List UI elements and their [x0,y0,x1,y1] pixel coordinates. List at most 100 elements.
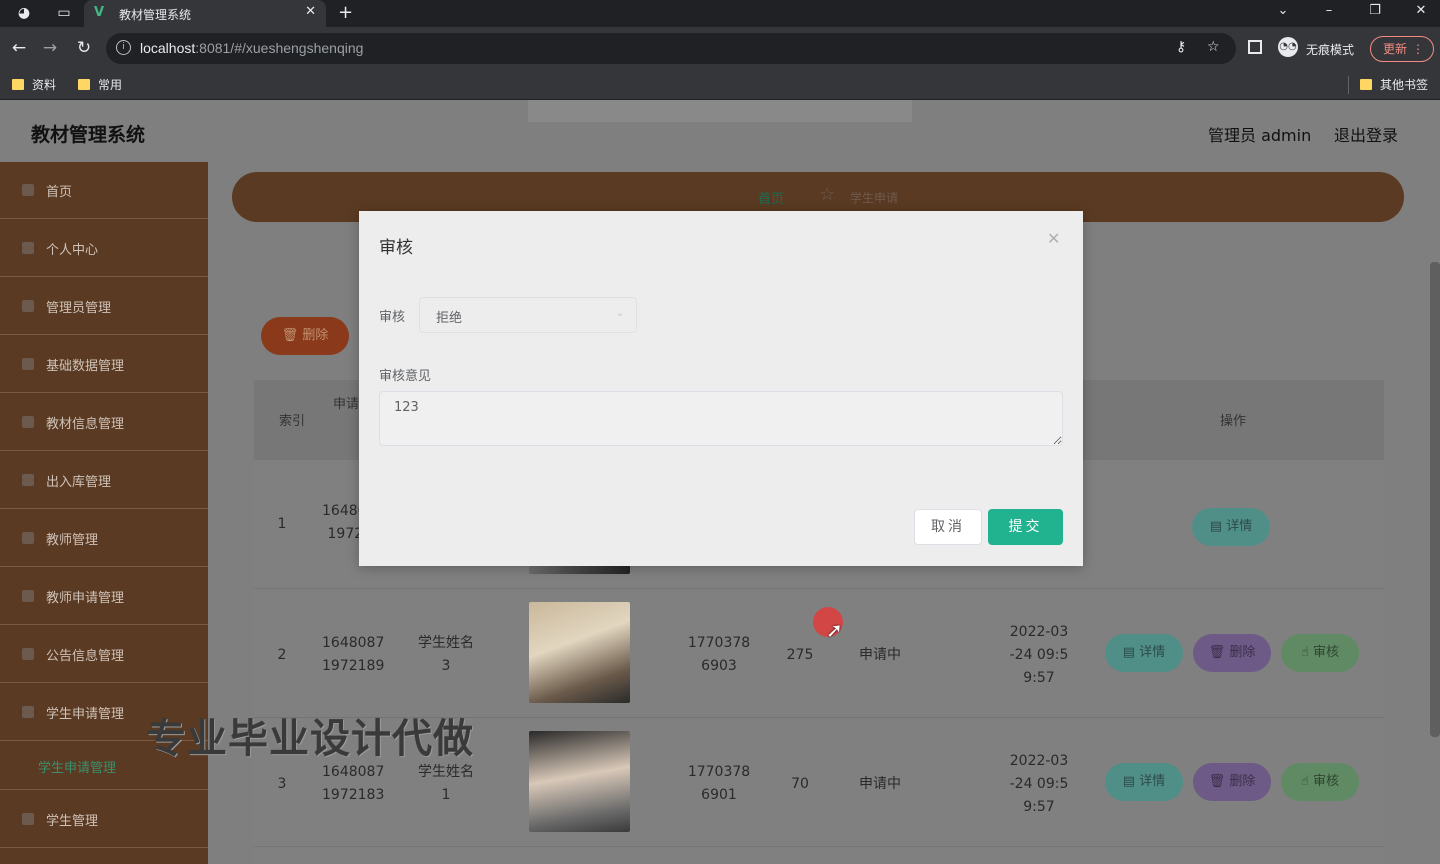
time-line: -24 09:5 [1009,776,1069,792]
browser-toolbar: ← → ↻ i localhost:8081/#/xueshengshenqin… [0,27,1440,70]
address-bar[interactable]: i localhost:8081/#/xueshengshenqing ⚷ ☆ [106,33,1236,64]
folder-icon [78,79,90,90]
opinion-textarea[interactable]: 123 [379,391,1063,446]
home-icon [22,184,34,196]
audit-button[interactable]: ☝ 审核 [1281,763,1359,801]
time-line: 9:57 [1023,799,1055,815]
breadcrumb-home[interactable]: 首页 [758,188,784,207]
tab-close-icon[interactable]: ✕ [305,4,316,19]
side-panel-icon[interactable] [1248,40,1262,54]
admin-icon [22,300,34,312]
sidebar-item-label: 学生管理 [46,814,99,829]
detail-button[interactable]: ▤ 详情 [1192,508,1270,546]
row-student-name: 学生姓名 3 [406,632,486,678]
browser-menu-icon[interactable]: ◕ [14,4,34,22]
bookmark-folder-2[interactable]: 常用 [78,76,122,93]
page-scrollbar[interactable] [1430,262,1440,737]
bookmark-label: 资料 [32,78,57,92]
apply-no-line: 1972183 [322,787,385,803]
header-actions: 操作 [1219,414,1246,429]
inventory-icon [22,474,34,486]
tab-list-icon[interactable]: ⌄ [1271,3,1295,18]
new-tab-icon[interactable]: + [338,2,353,23]
tab-search-icon[interactable]: ▭ [54,4,74,22]
current-user: 管理员 admin [1208,126,1312,145]
sidebar-item-teacher-requests[interactable]: 教师申请管理 [0,568,208,625]
time-line: -24 09:5 [1009,647,1069,663]
sidebar-item-textbooks[interactable]: 教材信息管理 [0,394,208,451]
sidebar-item-admins[interactable]: 管理员管理 [0,278,208,335]
delete-button[interactable]: 🗑 删除 [1193,763,1271,801]
url-host: localhost [140,40,196,56]
sidebar-item-label: 教师申请管理 [46,591,125,606]
browser-tab[interactable]: V 教材管理系统 ✕ [84,0,326,27]
detail-label: 详情 [1226,519,1253,534]
name-line: 学生姓名 [418,635,474,651]
url-text[interactable]: localhost:8081/#/xueshengshenqing [140,40,363,56]
bookmark-folder-1[interactable]: 资料 [12,76,56,93]
sidebar-item-label: 基础数据管理 [46,359,125,374]
user-icon [22,242,34,254]
bookmark-label: 常用 [98,78,123,92]
site-info-icon[interactable]: i [116,40,131,55]
name-line: 学生姓名 [418,764,474,780]
detail-label: 详情 [1139,645,1166,660]
batch-delete-button[interactable]: 🗑 删除 [261,317,349,355]
request-icon [22,590,34,602]
request-icon [22,706,34,718]
url-path: :8081/#/xueshengshenqing [195,40,364,56]
browser-tab-bar: ◕ ▭ V 教材管理系统 ✕ + ⌄ – ❐ ✕ [0,0,1440,27]
forward-icon[interactable]: → [38,38,62,58]
data-icon [22,358,34,370]
sidebar-item-base-data[interactable]: 基础数据管理 [0,336,208,393]
breadcrumb-current: 学生申请 [850,191,899,205]
tab-title: 教材管理系统 [119,8,192,22]
sidebar-item-label: 出入库管理 [46,475,112,490]
sidebar-item-label: 公告信息管理 [46,649,125,664]
sidebar-item-label: 学生申请管理 [46,707,125,722]
row-time: 2022-03 -24 09:5 9:57 [1004,621,1074,690]
delete-label: 删除 [1229,774,1256,789]
time-line: 2022-03 [1009,624,1069,640]
window-close-icon[interactable]: ✕ [1409,3,1433,18]
opinion-label: 审核意见 [379,369,432,384]
restore-icon[interactable]: ❐ [1363,3,1387,18]
row-phone: 1770378 6903 [684,632,754,678]
incognito-label: 无痕模式 [1306,43,1355,57]
logout-link[interactable]: 退出登录 [1334,122,1398,146]
delete-button[interactable]: 🗑 删除 [1193,634,1271,672]
detail-button[interactable]: ▤ 详情 [1105,763,1183,801]
vue-favicon-icon: V [94,5,105,20]
back-icon[interactable]: ← [7,38,31,58]
sidebar-item-profile[interactable]: 个人中心 [0,220,208,277]
submit-button[interactable]: 提交 [988,509,1063,545]
audit-select-value: 拒绝 [436,311,463,326]
bookmark-label: 其他书签 [1380,78,1429,92]
sidebar-item-inventory[interactable]: 出入库管理 [0,452,208,509]
bookmark-star-icon[interactable]: ☆ [1207,39,1220,55]
cancel-button[interactable]: 取消 [914,509,982,545]
sidebar-item-notices[interactable]: 公告信息管理 [0,626,208,683]
minimize-icon[interactable]: – [1317,3,1341,18]
incognito-icon: ◔◔ [1278,37,1298,57]
bookmarks-divider [1348,76,1349,94]
time-line: 9:57 [1023,670,1055,686]
audit-select[interactable]: 拒绝 ⌄ [419,297,637,333]
audit-button[interactable]: ☝ 审核 [1281,634,1359,672]
other-bookmarks[interactable]: 其他书签 [1360,76,1428,93]
update-label: 更新 [1383,42,1408,56]
apply-no-line: 1648087 [322,764,385,780]
update-button[interactable]: 更新 ⋮ [1370,36,1434,62]
time-line: 2022-03 [1009,753,1069,769]
more-menu-icon[interactable]: ⋮ [1412,37,1424,61]
detail-button[interactable]: ▤ 详情 [1105,634,1183,672]
row-quantity: 275 [786,647,814,663]
reload-icon[interactable]: ↻ [72,38,96,58]
folder-icon [12,79,24,90]
sidebar-item-home[interactable]: 首页 [0,162,208,219]
sidebar-item-students[interactable]: 学生管理 [0,791,208,848]
sidebar-item-teachers[interactable]: 教师管理 [0,510,208,567]
row-index: 2 [277,647,287,663]
close-icon[interactable]: ✕ [1047,229,1060,248]
key-icon[interactable]: ⚷ [1176,39,1186,55]
